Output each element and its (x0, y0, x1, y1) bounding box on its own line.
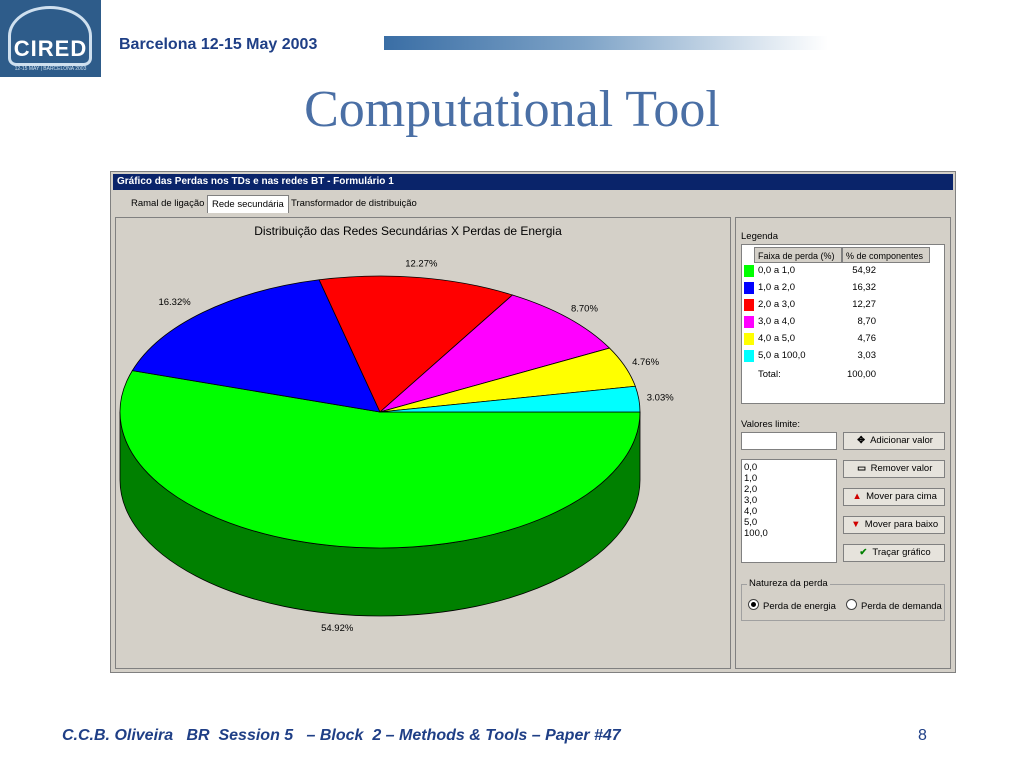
plot-chart-button[interactable]: ✔ Traçar gráfico (843, 544, 945, 562)
legend-row: 0,0 a 1,0 54,92 (742, 263, 942, 279)
add-value-label: Adicionar valor (870, 435, 933, 446)
tab-transformador[interactable]: Transformador de distribuição (287, 195, 421, 212)
conference-label: Barcelona 12-15 May 2003 (119, 36, 318, 53)
plot-chart-label: Traçar gráfico (872, 547, 931, 558)
legend-range: 4,0 a 5,0 (758, 333, 795, 344)
list-item[interactable]: 100,0 (744, 528, 834, 539)
move-up-button[interactable]: ▲ Mover para cima (843, 488, 945, 506)
legend-table: Faixa de perda (%) % de componentes 0,0 … (741, 244, 945, 404)
limit-value-input[interactable] (741, 432, 837, 450)
pie-data-label: 16.32% (158, 297, 191, 308)
right-panel: Legenda Faixa de perda (%) % de componen… (735, 217, 951, 669)
cired-logo: CIRED 12-15 MAY | BARCELONA 2003 (0, 0, 101, 77)
legend-row: 1,0 a 2,0 16,32 (742, 280, 942, 296)
legend-swatch (744, 316, 754, 328)
legend-swatch (744, 333, 754, 345)
chart-pane: Distribuição das Redes Secundárias X Per… (115, 217, 731, 669)
arrow-down-icon: ▼ (851, 519, 861, 530)
legend-range: 3,0 a 4,0 (758, 316, 795, 327)
list-item[interactable]: 5,0 (744, 517, 834, 528)
legend-swatch (744, 265, 754, 277)
radio-perda-de-demanda[interactable]: Perda de demanda (846, 599, 942, 612)
remove-value-button[interactable]: ▭ Remover valor (843, 460, 945, 478)
legend-percent: 12,27 (852, 299, 876, 310)
radio-perda-de-energia[interactable]: Perda de energia (748, 599, 836, 612)
legend-percent: 4,76 (857, 333, 877, 344)
window-title: Gráfico das Perdas nos TDs e nas redes B… (113, 174, 953, 190)
legend-row: 4,0 a 5,0 4,76 (742, 331, 942, 347)
legend-total-value: 100,00 (846, 369, 876, 380)
minus-icon: ▭ (857, 463, 867, 474)
chart-title: Distribuição das Redes Secundárias X Per… (254, 224, 562, 238)
remove-value-label: Remover valor (870, 463, 933, 474)
list-item[interactable]: 4,0 (744, 506, 834, 517)
footer-text: C.C.B. Oliveira BR Session 5 – Block 2 –… (62, 727, 621, 744)
slide-title: Computational Tool (304, 81, 720, 138)
legend-percent: 54,92 (852, 265, 876, 276)
legend-swatch (744, 282, 754, 294)
legend-total-row: Total: 100,00 (742, 367, 942, 383)
move-down-button[interactable]: ▼ Mover para baixo (843, 516, 945, 534)
legend-title: Legenda (741, 231, 778, 242)
arrow-up-icon: ▲ (852, 491, 862, 502)
logo-subtext: 12-15 MAY | BARCELONA 2003 (14, 66, 87, 72)
legend-header-pct: % de componentes (842, 247, 930, 263)
list-item[interactable]: 3,0 (744, 495, 834, 506)
legend-swatch (744, 299, 754, 311)
limit-values-list[interactable]: 0,0 1,0 2,0 3,0 4,0 5,0 100,0 (741, 459, 837, 563)
radio-unselected-icon (846, 599, 857, 610)
legend-row: 5,0 a 100,0 3,03 (742, 348, 942, 364)
tab-rede-secundaria[interactable]: Rede secundária (207, 195, 289, 213)
move-up-label: Mover para cima (866, 491, 937, 502)
add-value-button[interactable]: ✥ Adicionar valor (843, 432, 945, 450)
legend-range: 2,0 a 3,0 (758, 299, 795, 310)
legend-range: 1,0 a 2,0 (758, 282, 795, 293)
limits-label: Valores limite: (741, 419, 800, 430)
legend-range: 0,0 a 1,0 (758, 265, 795, 276)
legend-row: 3,0 a 4,0 8,70 (742, 314, 942, 330)
pie-data-label: 8.70% (571, 303, 598, 314)
radio-energy-label: Perda de energia (763, 601, 836, 612)
natureza-label: Natureza da perda (747, 578, 830, 589)
list-item[interactable]: 2,0 (744, 484, 834, 495)
radio-demand-label: Perda de demanda (861, 601, 942, 612)
natureza-group: Natureza da perda Perda de energia Perda… (741, 578, 945, 621)
pie-data-label: 12.27% (405, 259, 438, 270)
list-item[interactable]: 1,0 (744, 473, 834, 484)
pie-data-label: 54.92% (321, 623, 354, 634)
pie-chart: Distribuição das Redes Secundárias X Per… (119, 224, 674, 634)
tab-ramal-de-ligacao[interactable]: Ramal de ligação (127, 195, 208, 212)
legend-range: 5,0 a 100,0 (758, 350, 806, 361)
move-down-label: Mover para baixo (864, 519, 939, 530)
header-gradient-bar (384, 36, 828, 50)
pie-data-label: 3.03% (647, 393, 674, 404)
page-number: 8 (918, 727, 927, 744)
legend-percent: 16,32 (852, 282, 876, 293)
legend-percent: 3,03 (857, 350, 877, 361)
logo-text: CIRED (13, 36, 88, 61)
plus-icon: ✥ (857, 435, 866, 446)
legend-percent: 8,70 (857, 316, 877, 327)
legend-swatch (744, 350, 754, 362)
pie-data-label: 4.76% (632, 357, 659, 368)
checkmark-icon: ✔ (859, 547, 868, 558)
legend-header-range: Faixa de perda (%) (754, 247, 842, 263)
legend-row: 2,0 a 3,0 12,27 (742, 297, 942, 313)
app-window: Gráfico das Perdas nos TDs e nas redes B… (110, 171, 956, 673)
radio-selected-icon (748, 599, 759, 610)
legend-total-label: Total: (758, 369, 781, 380)
list-item[interactable]: 0,0 (744, 462, 834, 473)
